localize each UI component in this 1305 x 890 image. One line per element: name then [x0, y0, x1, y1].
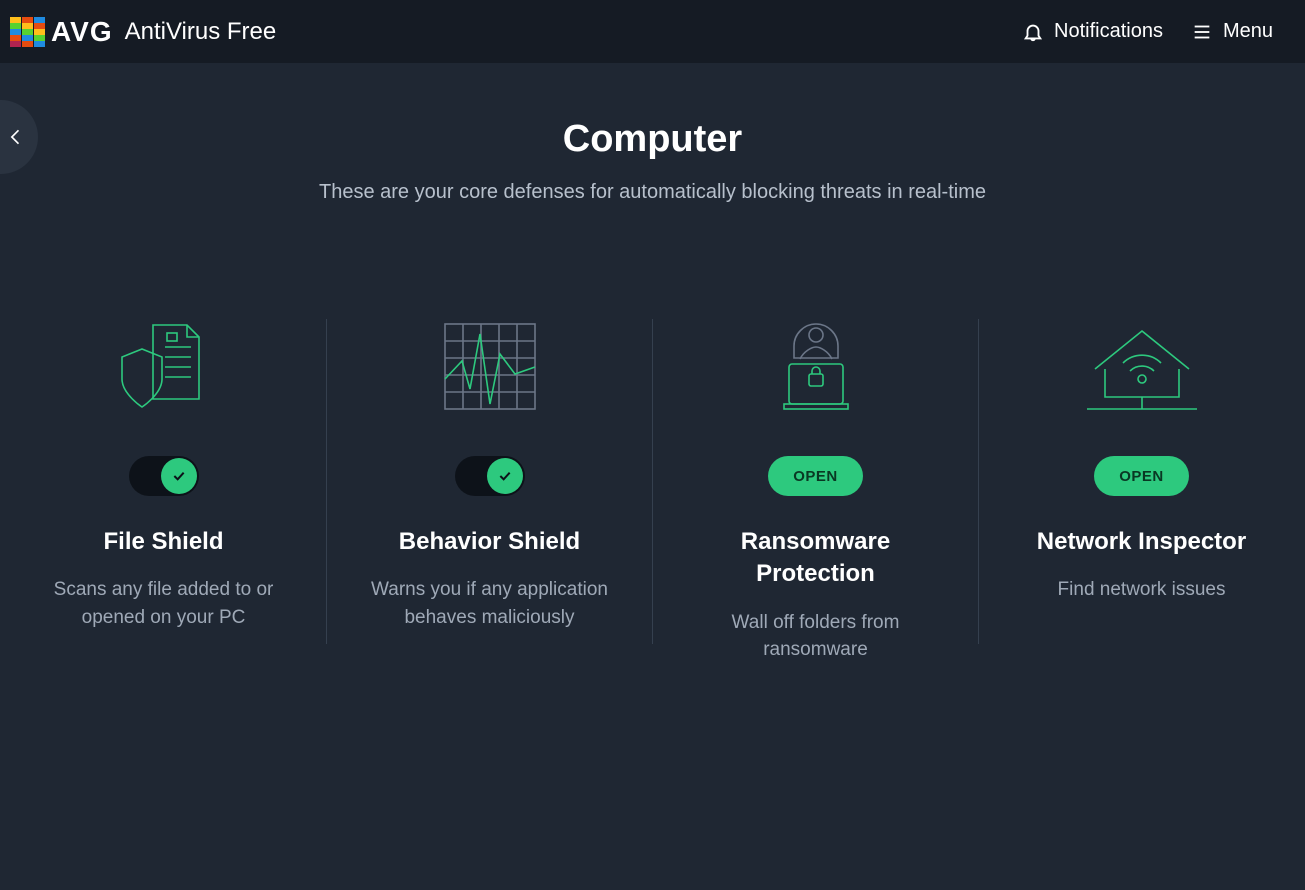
file-shield-toggle[interactable]	[129, 456, 199, 496]
card-network-inspector: OPEN Network Inspector Find network issu…	[979, 319, 1305, 664]
open-button-label: OPEN	[793, 468, 838, 485]
network-inspector-icon	[1087, 319, 1197, 414]
bell-icon	[1022, 21, 1044, 43]
menu-label: Menu	[1223, 20, 1273, 43]
menu-button[interactable]: Menu	[1177, 12, 1287, 51]
app-header: AVG AntiVirus Free Notifications Menu	[0, 0, 1305, 63]
app-product-name: AntiVirus Free	[125, 18, 277, 46]
notifications-button[interactable]: Notifications	[1008, 12, 1177, 51]
notifications-label: Notifications	[1054, 20, 1163, 43]
file-shield-icon	[119, 319, 209, 414]
card-title: Behavior Shield	[399, 526, 580, 558]
hamburger-icon	[1191, 21, 1213, 43]
avg-logo-icon	[10, 17, 45, 47]
card-description: Scans any file added to or opened on you…	[31, 576, 297, 631]
card-description: Find network issues	[1058, 576, 1226, 604]
chevron-left-icon	[6, 127, 26, 147]
behavior-shield-toggle[interactable]	[455, 456, 525, 496]
app-brand: AVG	[51, 16, 113, 48]
behavior-shield-icon	[440, 319, 540, 414]
page-subtitle: These are your core defenses for automat…	[0, 181, 1305, 204]
cards-row: File Shield Scans any file added to or o…	[0, 319, 1305, 664]
check-icon	[171, 468, 187, 484]
card-title: Ransomware Protection	[683, 526, 949, 591]
card-description: Warns you if any application behaves mal…	[357, 576, 623, 631]
page-content: Computer These are your core defenses fo…	[0, 63, 1305, 664]
card-title: Network Inspector	[1037, 526, 1246, 558]
check-icon	[497, 468, 513, 484]
card-description: Wall off folders from ransomware	[683, 609, 949, 664]
page-title: Computer	[0, 118, 1305, 161]
card-file-shield: File Shield Scans any file added to or o…	[1, 319, 327, 664]
ransomware-icon	[766, 319, 866, 414]
open-button-label: OPEN	[1119, 468, 1164, 485]
card-behavior-shield: Behavior Shield Warns you if any applica…	[327, 319, 653, 664]
card-ransomware-protection: OPEN Ransomware Protection Wall off fold…	[653, 319, 979, 664]
card-title: File Shield	[103, 526, 223, 558]
network-open-button[interactable]: OPEN	[1094, 456, 1189, 496]
app-logo: AVG AntiVirus Free	[10, 16, 276, 48]
ransomware-open-button[interactable]: OPEN	[768, 456, 863, 496]
